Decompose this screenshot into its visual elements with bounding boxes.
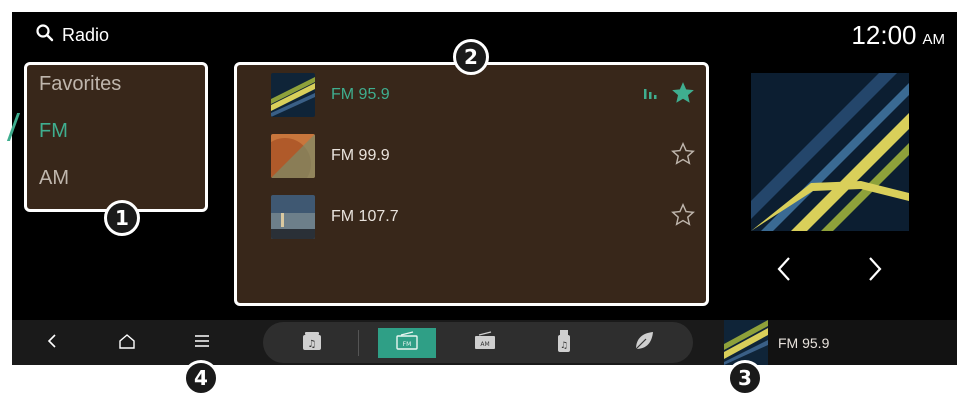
station-art <box>271 73 315 117</box>
next-button[interactable] <box>860 256 890 286</box>
radio-music-icon: ♫ <box>301 330 323 357</box>
active-category-indicator <box>6 113 21 141</box>
mini-player-label: FM 95.9 <box>778 334 830 351</box>
category-fm[interactable]: FM <box>39 120 68 143</box>
callout-4: 4 <box>183 360 219 396</box>
station-label: FM 107.7 <box>331 208 399 225</box>
station-row[interactable]: FM 99.9 <box>271 132 696 180</box>
usb-music-icon: ♫ <box>556 329 572 358</box>
bottom-bar: ♫ FM AM ♫ FM 95.9 <box>12 320 957 365</box>
previous-button[interactable] <box>769 256 799 286</box>
category-favorites[interactable]: Favorites <box>39 73 121 96</box>
source-fm[interactable]: FM <box>378 328 436 358</box>
station-list: 2 FM 95.9 FM 99.9 FM 107.7 <box>234 39 709 306</box>
source-am[interactable]: AM <box>456 328 514 358</box>
svg-text:♫: ♫ <box>560 341 568 351</box>
category-am[interactable]: AM <box>39 167 69 190</box>
callout-1: 1 <box>104 200 140 236</box>
home-icon <box>119 333 135 354</box>
station-label: FM 99.9 <box>331 147 390 164</box>
leaf-music-icon <box>633 330 655 357</box>
search-icon <box>36 24 54 47</box>
fm-icon: FM <box>394 330 420 356</box>
menu-icon <box>194 334 210 353</box>
menu-button[interactable] <box>189 330 215 356</box>
chevron-left-icon <box>776 256 792 287</box>
favorite-star-outline-icon[interactable] <box>670 202 696 233</box>
mini-player-art <box>724 320 768 365</box>
favorite-star-outline-icon[interactable] <box>670 141 696 172</box>
station-row[interactable]: FM 107.7 <box>271 193 696 241</box>
back-button[interactable] <box>39 330 65 356</box>
source-selector: ♫ FM AM ♫ <box>263 322 693 363</box>
fm-icon-label: FM <box>403 341 412 348</box>
radio-screen: Radio 12:00 AM Favorites FM AM 1 2 FM 95.… <box>6 12 957 365</box>
clock-time: 12:00 <box>851 20 917 50</box>
am-icon-label: AM <box>480 341 489 348</box>
station-art <box>271 134 315 178</box>
source-podcast[interactable] <box>615 328 673 358</box>
now-playing-art <box>751 73 909 231</box>
app-title: Radio <box>62 25 110 45</box>
station-row[interactable]: FM 95.9 <box>271 71 696 119</box>
source-radio[interactable]: ♫ <box>283 328 341 358</box>
chevron-right-icon <box>867 256 883 287</box>
category-list: Favorites FM AM 1 <box>24 62 208 236</box>
source-usb[interactable]: ♫ <box>535 328 593 358</box>
mini-player[interactable]: FM 95.9 <box>724 320 957 365</box>
search-button[interactable]: Radio <box>36 24 109 47</box>
now-playing-bars-icon <box>644 86 658 104</box>
station-label: FM 95.9 <box>331 86 390 103</box>
callout-2: 2 <box>453 39 489 75</box>
svg-text:♫: ♫ <box>308 339 317 350</box>
am-icon: AM <box>472 330 498 356</box>
station-art <box>271 195 315 239</box>
clock-ampm: AM <box>922 31 946 48</box>
clock: 12:00 AM <box>851 20 945 51</box>
back-icon <box>47 333 57 354</box>
home-button[interactable] <box>114 330 140 356</box>
divider <box>358 330 359 356</box>
callout-3: 3 <box>727 360 763 396</box>
favorite-star-filled-icon[interactable] <box>670 80 696 111</box>
